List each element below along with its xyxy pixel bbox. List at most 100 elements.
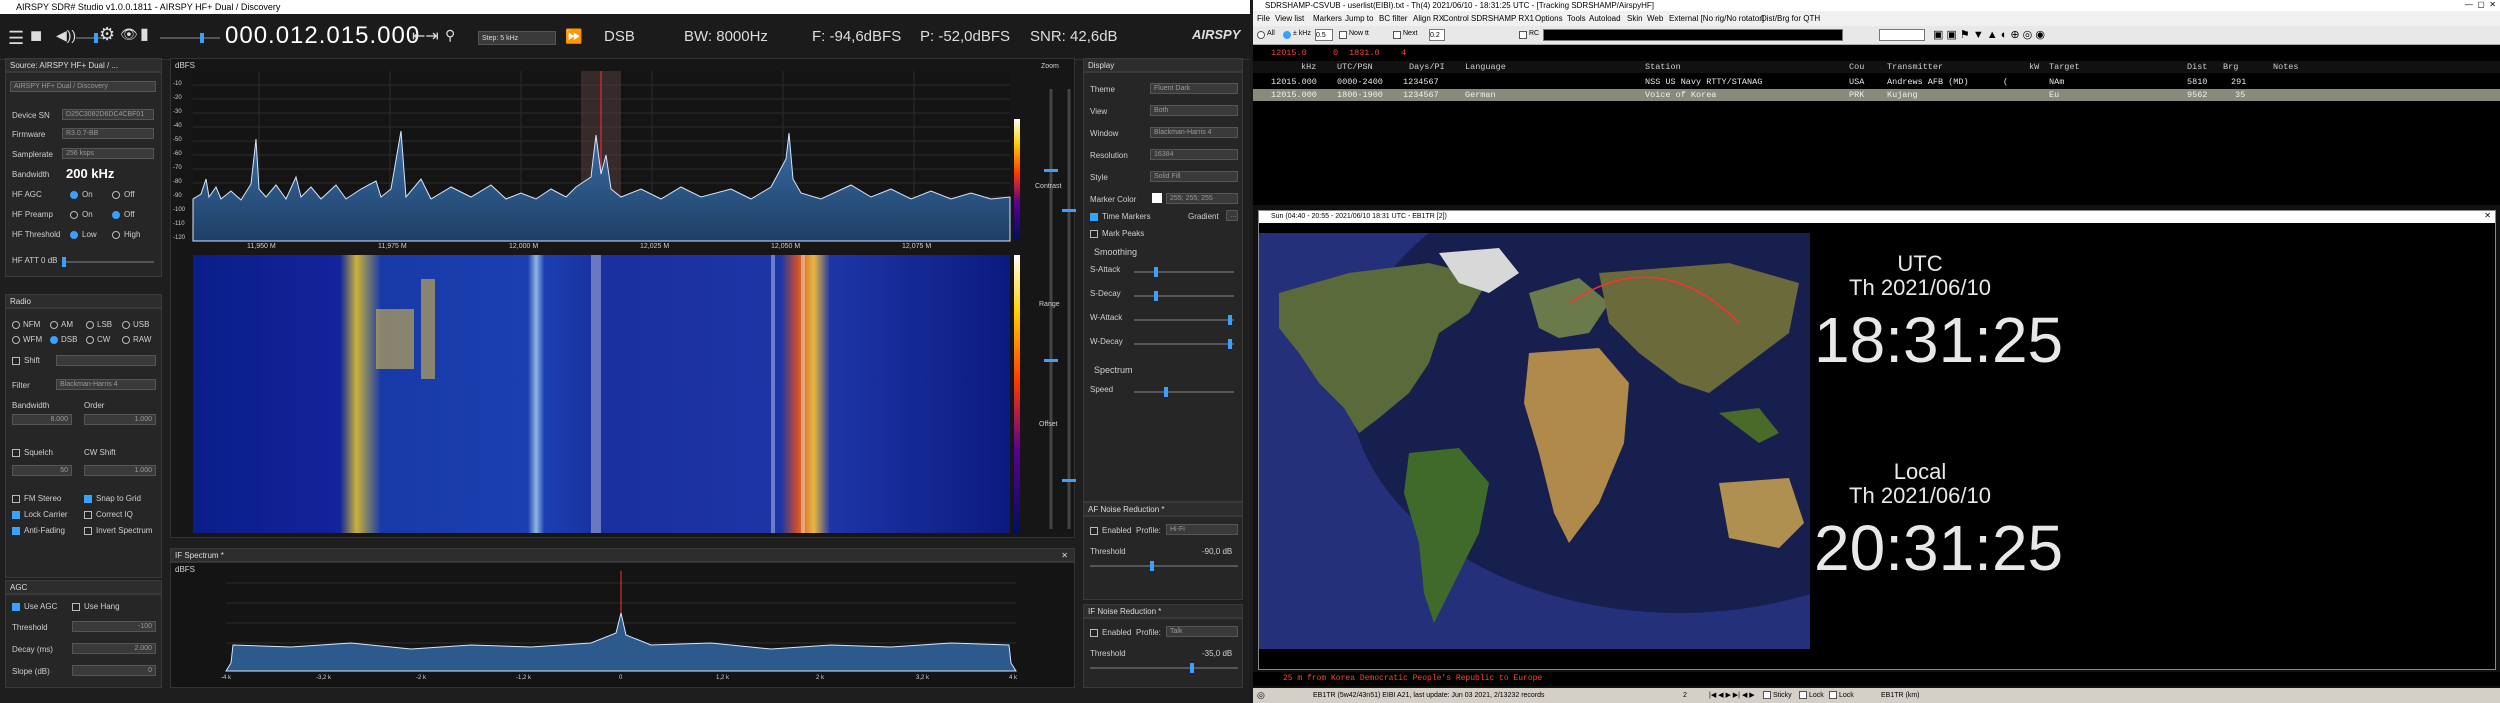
hf-att-slider[interactable] <box>62 257 154 267</box>
volume-icon[interactable]: ◀)) <box>56 27 76 44</box>
if-spectrum-header[interactable]: IF Spectrum * ✕ <box>170 548 1075 562</box>
device-select[interactable]: AIRSPY HF+ Dual / Discovery <box>10 81 156 92</box>
radio-header[interactable]: Radio <box>5 294 162 308</box>
eye-icon[interactable]: 👁 <box>120 26 138 43</box>
bandwidth-input[interactable]: 8.000 <box>12 414 72 425</box>
mode-dsb-radio[interactable] <box>50 336 58 344</box>
mode-lsb-radio[interactable] <box>86 321 94 329</box>
shift-value[interactable] <box>56 355 156 366</box>
marker-color-swatch[interactable] <box>1152 193 1162 203</box>
af-nr-threshold-slider[interactable] <box>1090 561 1238 571</box>
toolbar-icons[interactable]: ▣ ▣ ⚑ ▼ ▲ ◐ ⊕ ◎ ◉ <box>1933 28 2045 41</box>
menu-markers[interactable]: Markers <box>1313 11 1342 26</box>
col-header[interactable]: Days/PI <box>1409 61 1445 73</box>
rc-checkbox[interactable] <box>1519 31 1527 39</box>
col-header[interactable]: Target <box>2049 61 2080 73</box>
order-input[interactable]: 1.000 <box>84 414 156 425</box>
hf-preamp-off-radio[interactable] <box>112 211 120 219</box>
frequency-display[interactable]: 000.012.015.000 <box>225 22 420 50</box>
squelch-checkbox[interactable] <box>12 449 20 457</box>
khz-input[interactable]: 0.5 <box>1315 29 1333 41</box>
menu-jump-to[interactable]: Jump to <box>1345 11 1373 26</box>
if-nr-profile-select[interactable]: Talk <box>1166 626 1238 637</box>
table-row[interactable]: 12015.000 0000-2400 1234567 NSS US Navy … <box>1253 76 2500 88</box>
hf-agc-off-radio[interactable] <box>112 191 120 199</box>
mark-peaks-checkbox[interactable] <box>1090 230 1098 238</box>
anti-fading-checkbox[interactable] <box>12 527 20 535</box>
nav-buttons[interactable]: |◀ ◀ ▶ ▶| ◀ ▶ <box>1709 688 1755 703</box>
search-freq[interactable]: 12015.0 <box>1271 47 1307 59</box>
hf-threshold-low-radio[interactable] <box>70 231 78 239</box>
resolution-select[interactable]: 16384 <box>1150 149 1238 160</box>
view-select[interactable]: Both <box>1150 105 1238 116</box>
menu-web[interactable]: Web <box>1647 11 1663 26</box>
menu-icon[interactable]: ☰ <box>8 28 24 49</box>
shift-checkbox[interactable] <box>12 357 20 365</box>
source-header[interactable]: Source: AIRSPY HF+ Dual / ... <box>5 58 162 72</box>
af-nr-header[interactable]: AF Noise Reduction * <box>1083 502 1243 516</box>
gradient-button[interactable]: … <box>1226 210 1238 221</box>
col-header[interactable]: Station <box>1645 61 1681 73</box>
use-agc-checkbox[interactable] <box>12 603 20 611</box>
world-map[interactable] <box>1259 233 1810 649</box>
if-nr-enabled-checkbox[interactable] <box>1090 629 1098 637</box>
mode-raw-radio[interactable] <box>122 336 130 344</box>
mode-cw-radio[interactable] <box>86 336 94 344</box>
window-controls[interactable]: — ▢ ✕ <box>2465 0 2496 9</box>
map-close-icon[interactable]: ✕ <box>2484 211 2491 220</box>
mode-nfm-radio[interactable] <box>12 321 20 329</box>
col-header[interactable]: Notes <box>2273 61 2299 73</box>
agc-slope-input[interactable]: 0 <box>72 665 156 676</box>
menu-tools[interactable]: Tools <box>1567 11 1586 26</box>
col-header[interactable]: UTC/PSN <box>1337 61 1373 73</box>
af-nr-profile-select[interactable]: Hi-Fi <box>1166 524 1238 535</box>
menu-autoload[interactable]: Autoload <box>1589 11 1621 26</box>
mode-am-radio[interactable] <box>50 321 58 329</box>
khz-entry[interactable] <box>1879 29 1925 41</box>
mode-wfm-radio[interactable] <box>12 336 20 344</box>
sticky-checkbox[interactable] <box>1763 691 1771 699</box>
gain-slider[interactable] <box>160 33 220 43</box>
menu-skin[interactable]: Skin <box>1627 11 1643 26</box>
audio-icon[interactable]: ▮ <box>140 24 149 44</box>
style-select[interactable]: Solid Fill <box>1150 171 1238 182</box>
lock-l-checkbox[interactable] <box>1829 691 1837 699</box>
window-select[interactable]: Blackman-Harris 4 <box>1150 127 1238 138</box>
col-header[interactable]: Cou <box>1849 61 1864 73</box>
col-header[interactable]: Language <box>1465 61 1506 73</box>
agc-header[interactable]: AGC <box>5 580 162 594</box>
all-radio[interactable] <box>1257 31 1265 39</box>
close-icon[interactable]: ✕ <box>1061 549 1068 563</box>
tune-arrows-icon[interactable]: ⇤⇥ <box>412 26 439 46</box>
hf-threshold-high-radio[interactable] <box>112 231 120 239</box>
menu-control[interactable]: Control SDRSHAMP RX1 <box>1443 11 1534 26</box>
menu-align-rx[interactable]: Align RX <box>1413 11 1444 26</box>
search-dist[interactable]: 1831.0 <box>1349 47 1380 59</box>
lock-carrier-checkbox[interactable] <box>12 511 20 519</box>
s-decay-slider[interactable] <box>1134 291 1234 301</box>
snap-checkbox[interactable] <box>84 495 92 503</box>
time-markers-checkbox[interactable] <box>1090 213 1098 221</box>
menu-bc-filter[interactable]: BC filter <box>1379 11 1407 26</box>
if-spectrum-panel[interactable]: dBFS -4 k -3,2 k -2 k -1,2 k 0 1,2 k 2 k… <box>170 562 1075 688</box>
khz-radio[interactable] <box>1283 31 1291 39</box>
next-checkbox[interactable] <box>1393 31 1401 39</box>
w-attack-slider[interactable] <box>1134 315 1234 325</box>
search-row[interactable]: 12015.0 0 1831.0 4 <box>1253 47 2500 59</box>
cw-shift-input[interactable]: 1.000 <box>84 465 156 476</box>
col-header[interactable]: Transmitter <box>1887 61 1943 73</box>
filter-select[interactable]: Blackman-Harris 4 <box>56 379 156 390</box>
menu-options[interactable]: Options <box>1535 11 1563 26</box>
step-select[interactable]: Step: 5 kHz <box>478 31 556 45</box>
agc-threshold-input[interactable]: -100 <box>72 621 156 632</box>
invert-spectrum-checkbox[interactable] <box>84 527 92 535</box>
fast-forward-icon[interactable]: ⏩ <box>565 28 582 45</box>
use-hang-checkbox[interactable] <box>72 603 80 611</box>
menu-view-list[interactable]: View list <box>1275 11 1304 26</box>
hf-agc-on-radio[interactable] <box>70 191 78 199</box>
agc-decay-input[interactable]: 2.000 <box>72 643 156 654</box>
table-row-selected[interactable]: 12015.000 1800-1900 1234567 German Voice… <box>1253 89 2500 101</box>
samplerate-select[interactable]: 256 ksps <box>62 148 154 159</box>
center-icon[interactable]: ⚲ <box>445 27 455 44</box>
fm-stereo-checkbox[interactable] <box>12 495 20 503</box>
